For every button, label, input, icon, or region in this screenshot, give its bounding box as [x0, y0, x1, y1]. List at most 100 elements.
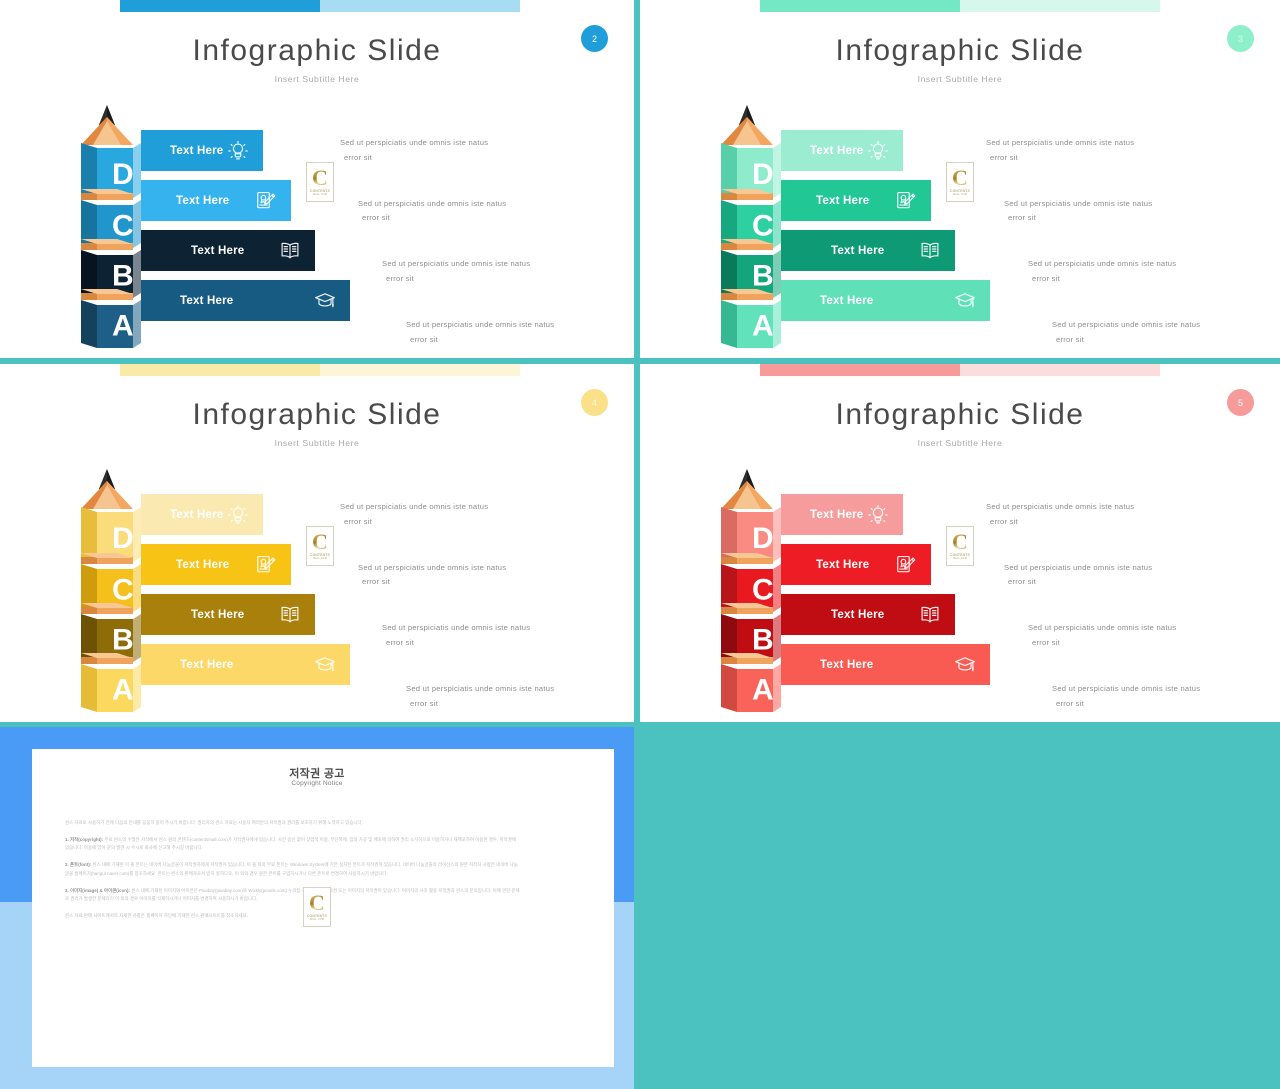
description-line-2: error sit	[990, 152, 1018, 162]
page-title: Infographic Slide	[835, 398, 1085, 431]
slide-number-badge: 4	[581, 389, 608, 416]
bar-item[interactable]: Text Here	[781, 280, 990, 321]
bar-item[interactable]: Text Here	[781, 544, 931, 585]
certificate-pencil-icon	[895, 190, 917, 212]
bar-item[interactable]: Text Here	[141, 280, 350, 321]
open-book-icon	[919, 604, 941, 626]
description-line-2: error sit	[990, 516, 1018, 526]
bar-item[interactable]: Text Here	[781, 594, 955, 635]
description-line-2: error sit	[362, 213, 390, 223]
bar-label: Text Here	[820, 294, 874, 307]
bar-item[interactable]: Text Here	[781, 130, 903, 171]
bar-label: Text Here	[831, 244, 885, 257]
bar-label: Text Here	[810, 144, 864, 157]
watermark-letter: C	[309, 889, 325, 915]
description-line-1: Sed ut perspiciatis unde omnis iste natu…	[358, 198, 507, 208]
bar-item[interactable]: Text Here	[141, 544, 291, 585]
bar-item[interactable]: Text Here	[141, 594, 315, 635]
copyright-paragraph: 1. 저작(copyright): 무료 씬스의 수많은 저작에서 씬스 원의 …	[65, 837, 516, 851]
watermark-letter: C	[952, 164, 968, 190]
bar-item[interactable]: Text Here	[781, 230, 955, 271]
open-book-icon	[919, 240, 941, 262]
bar-label: Text Here	[191, 244, 245, 257]
bar-item[interactable]: Text Here	[141, 130, 263, 171]
bar-item[interactable]: Text Here	[141, 644, 350, 685]
bar-item[interactable]: Text Here	[141, 494, 263, 535]
description-list: Sed ut perspiciatis unde omnis iste natu…	[334, 136, 634, 347]
description-line-1: Sed ut perspiciatis unde omnis iste natu…	[358, 562, 507, 572]
bar-item[interactable]: Text Here	[141, 180, 291, 221]
lightbulb-icon	[867, 504, 889, 526]
description-item: Sed ut perspiciatis unde omnis iste natu…	[358, 561, 634, 591]
ribbon-segment-secondary	[320, 0, 520, 12]
description-line-2: error sit	[1032, 273, 1060, 283]
description-line-2: error sit	[1056, 334, 1084, 344]
description-item: Sed ut perspiciatis unde omnis iste natu…	[382, 257, 634, 287]
ribbon-segment-primary	[120, 0, 320, 12]
watermark-line-2: MALL.COM	[309, 918, 325, 922]
graduation-cap-icon	[314, 290, 336, 312]
description-line-2: error sit	[362, 577, 390, 587]
empty-grid-cell	[640, 727, 1280, 1089]
bar-label: Text Here	[810, 508, 864, 521]
bar-label: Text Here	[820, 658, 874, 671]
description-line-1: Sed ut perspiciatis unde omnis iste natu…	[1052, 683, 1201, 693]
description-line-2: error sit	[1056, 698, 1084, 708]
slide-number-badge: 3	[1227, 25, 1254, 52]
slide-grid: Infographic Slide Insert Subtitle Here 2…	[0, 0, 1280, 1089]
watermark-line-2: MALL.COM	[952, 557, 968, 561]
bar-item[interactable]: Text Here	[781, 494, 903, 535]
description-line-1: Sed ut perspiciatis unde omnis iste natu…	[1028, 259, 1177, 269]
copyright-slide[interactable]: 저작권 공고 Copyright Notice 씬스 자료로 사용하기 전에 다…	[0, 727, 634, 1089]
slide-thumbnail-2[interactable]: Infographic Slide Insert Subtitle Here 2…	[0, 0, 634, 358]
description-line-1: Sed ut perspiciatis unde omnis iste natu…	[1004, 562, 1153, 572]
bar-label: Text Here	[176, 194, 230, 207]
bar-label: Text Here	[180, 658, 234, 671]
bar-item[interactable]: Text Here	[781, 180, 931, 221]
copyright-paragraph: 씬스 자료로 사용하기 전에 다음의 안내를 꼼꼼히 읽어 주시기 바랍니다. …	[65, 820, 363, 825]
slide-thumbnail-4[interactable]: Infographic Slide Insert Subtitle Here 4…	[0, 364, 634, 722]
graduation-cap-icon	[954, 654, 976, 676]
ribbon-segment-primary	[760, 364, 960, 376]
description-item: Sed ut perspiciatis unde omnis iste natu…	[986, 136, 1280, 166]
top-ribbon	[0, 0, 634, 12]
page-title: Infographic Slide	[835, 34, 1085, 67]
description-item: Sed ut perspiciatis unde omnis iste natu…	[406, 682, 634, 712]
watermark-logo: C CONTENTS MALL.COM	[946, 526, 974, 566]
copyright-paragraph: 2. 폰트(font): 씬스 내에 기재된 이 몰 폰트는 네이버 나눔글꼴이…	[65, 862, 518, 876]
description-line-2: error sit	[1008, 213, 1036, 223]
bar-label: Text Here	[816, 558, 870, 571]
copyright-body: 씬스 자료로 사용하기 전에 다음의 안내를 꼼꼼히 읽어 주시기 바랍니다. …	[65, 819, 520, 929]
description-item: Sed ut perspiciatis unde omnis iste natu…	[1052, 682, 1280, 712]
open-book-icon	[279, 604, 301, 626]
description-item: Sed ut perspiciatis unde omnis iste natu…	[358, 197, 634, 227]
copyright-paragraph: 3. 이미지(image) & 아이콘(icon): 씬스 내에 기재된 이미지…	[65, 887, 520, 901]
slide-number-badge: 2	[581, 25, 608, 52]
description-item: Sed ut perspiciatis unde omnis iste natu…	[1004, 197, 1280, 227]
description-line-1: Sed ut perspiciatis unde omnis iste natu…	[986, 502, 1135, 511]
description-item: Sed ut perspiciatis unde omnis iste natu…	[340, 136, 634, 166]
description-item: Sed ut perspiciatis unde omnis iste natu…	[382, 621, 634, 651]
description-line-2: error sit	[344, 516, 372, 526]
description-list: Sed ut perspiciatis unde omnis iste natu…	[980, 500, 1280, 711]
watermark-line-2: MALL.COM	[312, 557, 328, 561]
bar-item[interactable]: Text Here	[781, 644, 990, 685]
description-item: Sed ut perspiciatis unde omnis iste natu…	[1028, 621, 1280, 651]
description-item: Sed ut perspiciatis unde omnis iste natu…	[340, 500, 634, 530]
bar-label: Text Here	[831, 608, 885, 621]
copyright-title-kr: 저작권 공고	[289, 768, 345, 780]
watermark-letter: C	[952, 528, 968, 554]
description-line-1: Sed ut perspiciatis unde omnis iste natu…	[986, 138, 1135, 147]
graduation-cap-icon	[314, 654, 336, 676]
bar-item[interactable]: Text Here	[141, 230, 315, 271]
description-line-2: error sit	[410, 698, 438, 708]
watermark-logo: C CONTENTS MALL.COM	[306, 162, 334, 202]
page-subtitle: Insert Subtitle Here	[274, 74, 360, 84]
slide-thumbnail-3[interactable]: Infographic Slide Insert Subtitle Here 3…	[640, 0, 1280, 358]
ribbon-segment-secondary	[960, 0, 1160, 12]
description-line-2: error sit	[1008, 577, 1036, 587]
slide-thumbnail-5[interactable]: Infographic Slide Insert Subtitle Here 5…	[640, 364, 1280, 722]
lightbulb-icon	[867, 140, 889, 162]
watermark-line-2: MALL.COM	[312, 193, 328, 197]
lightbulb-icon	[227, 504, 249, 526]
